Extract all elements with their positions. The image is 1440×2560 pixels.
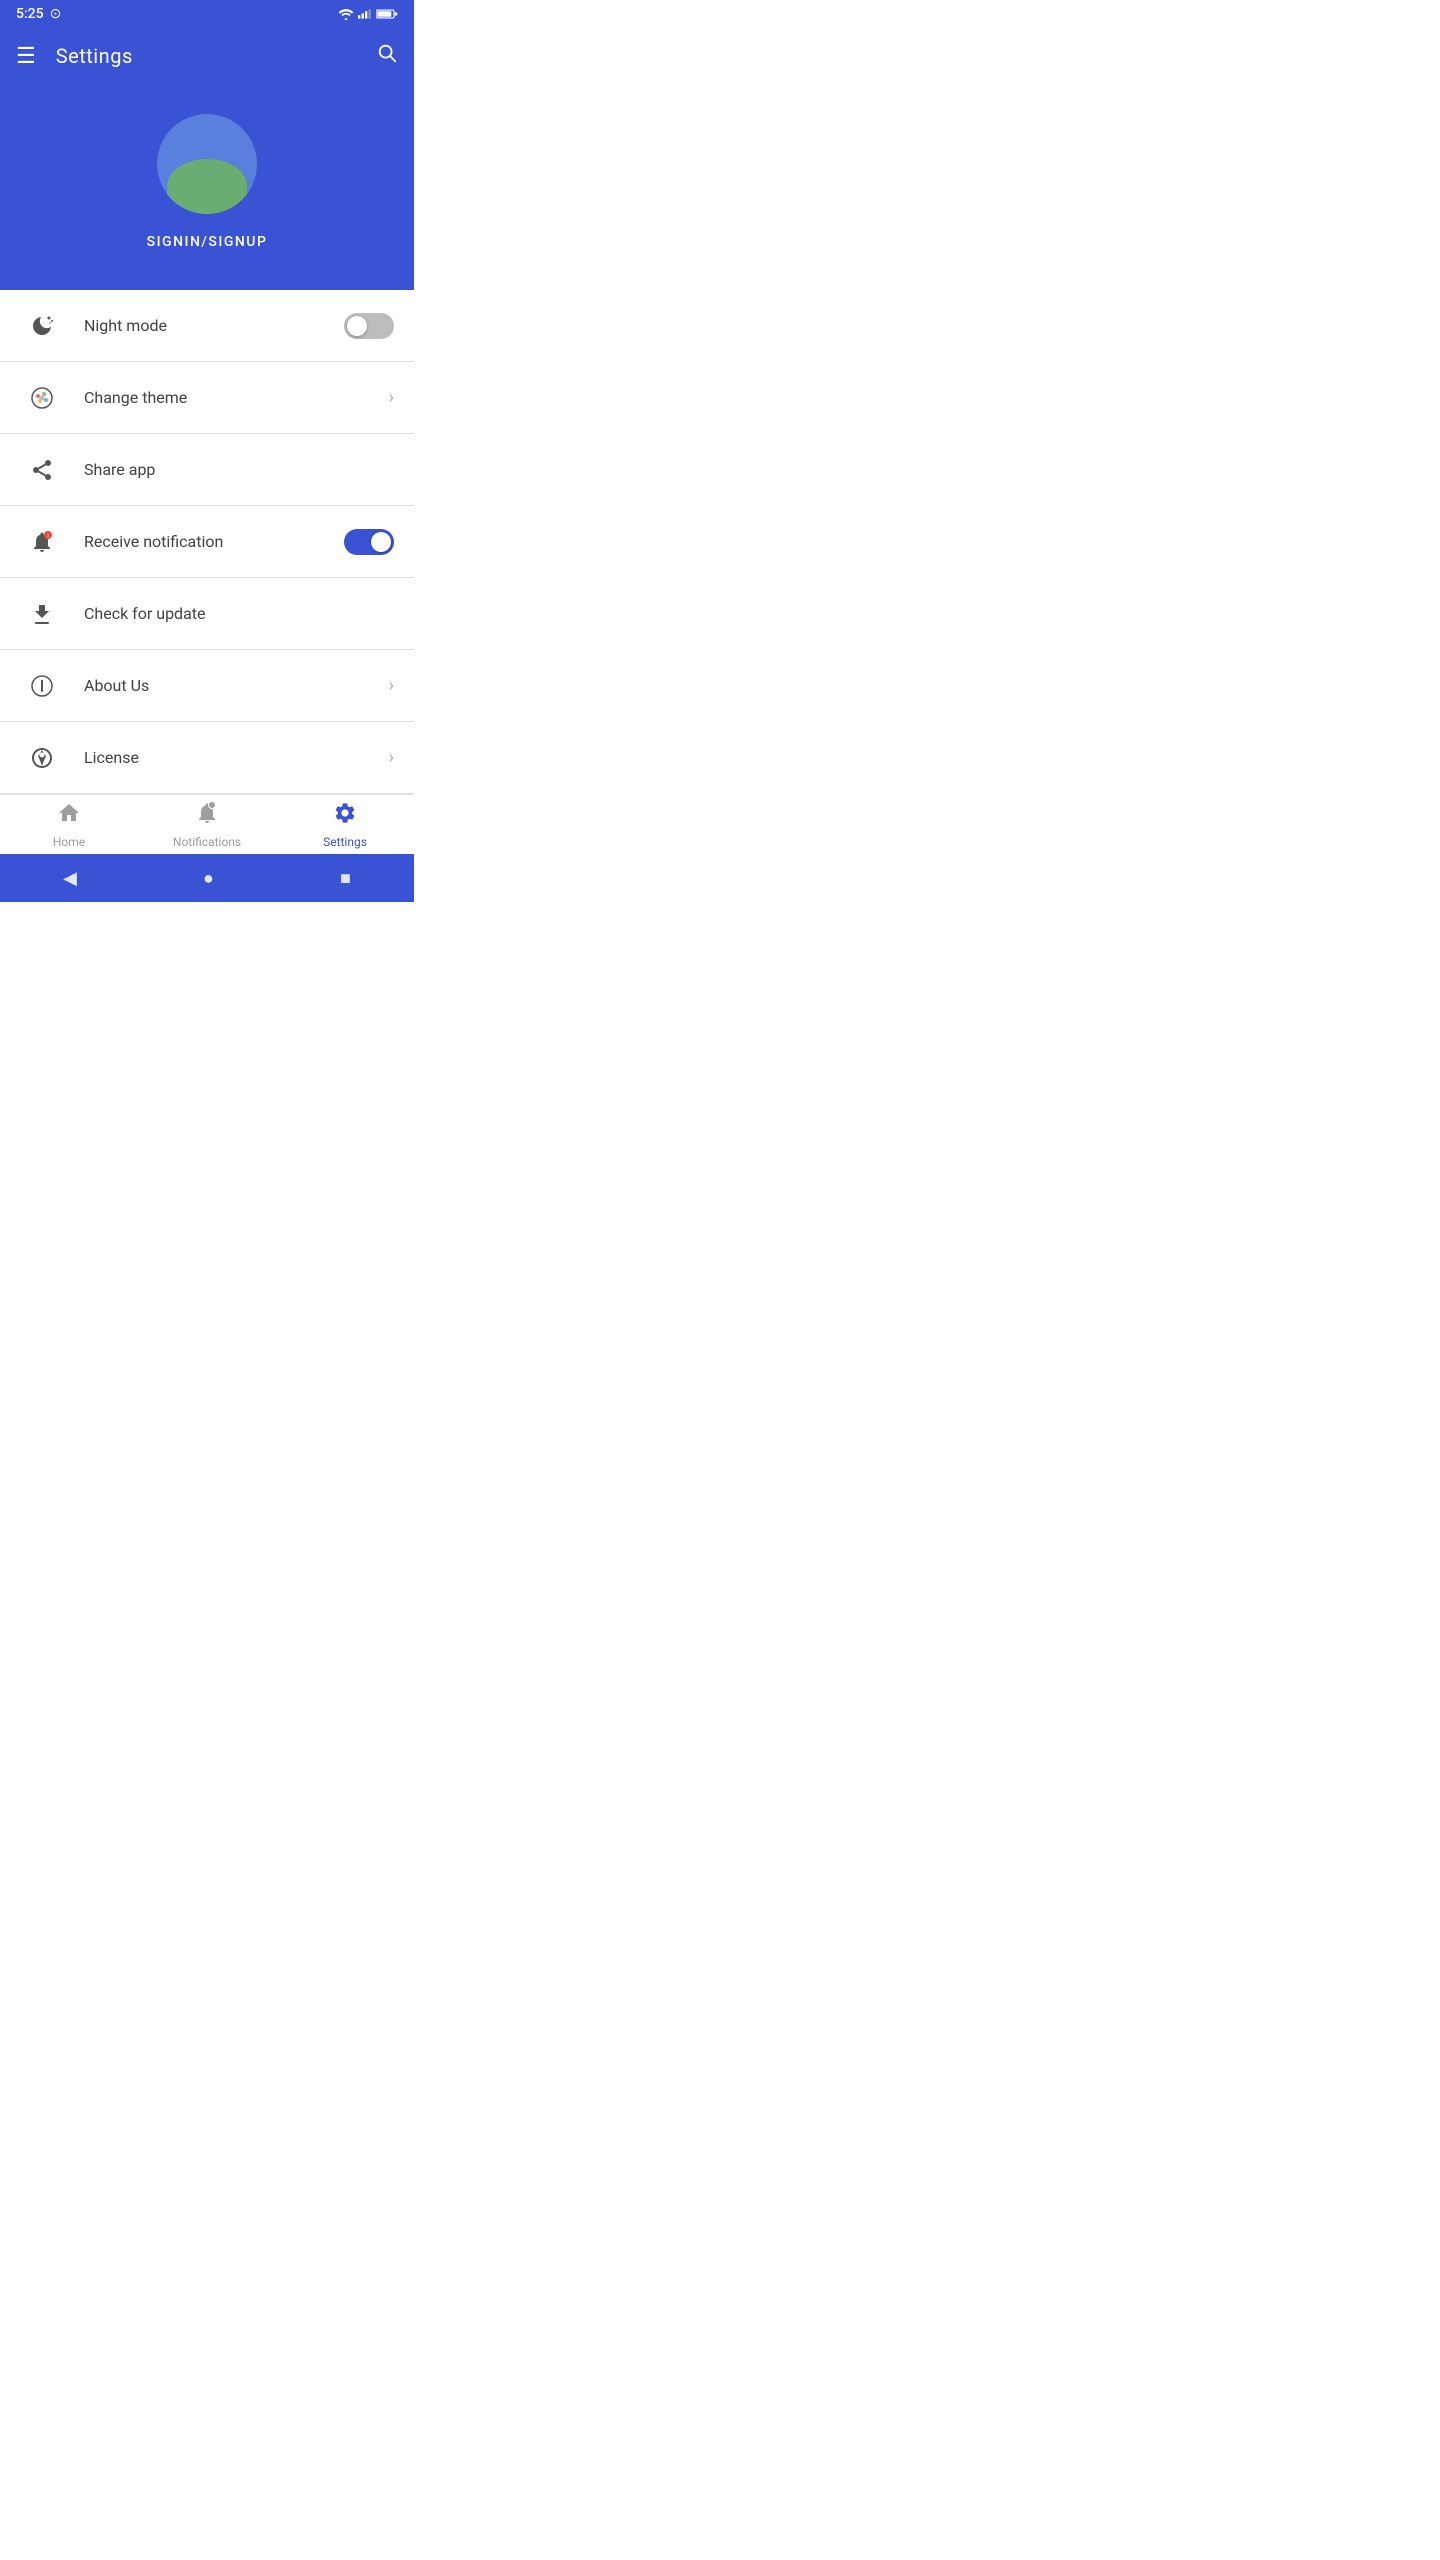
menu-icon[interactable]: ☰ [16,44,36,69]
share-app-label: Share app [84,460,394,479]
nav-item-notifications[interactable]: Notifications [138,795,276,854]
settings-item-receive-notification[interactable]: ! Receive notification [0,506,414,578]
share-app-icon [20,458,64,482]
night-mode-toggle[interactable] [344,313,394,339]
settings-item-check-update[interactable]: Check for update [0,578,414,650]
settings-list: Night mode Change theme › [0,290,414,794]
notifications-nav-label: Notifications [173,835,241,849]
night-mode-toggle-thumb [347,316,367,336]
status-bar: 5:25 ⊙ [0,0,414,28]
settings-item-about-us[interactable]: About Us › [0,650,414,722]
change-theme-icon [20,386,64,410]
check-update-label: Check for update [84,604,394,623]
battery-icon [376,8,398,20]
signal-icon [358,8,372,20]
about-us-action: › [389,675,394,696]
receive-notification-toggle-thumb [371,532,391,552]
license-icon [20,746,64,770]
nav-item-home[interactable]: Home [0,795,138,854]
change-theme-label: Change theme [84,388,389,407]
change-theme-action: › [389,387,394,408]
header-section: SIGNIN/SIGNUP [0,84,414,290]
status-left: 5:25 ⊙ [16,6,61,22]
recent-button[interactable]: ■ [340,868,351,889]
night-mode-toggle-container[interactable] [344,313,394,339]
night-mode-label: Night mode [84,316,344,335]
about-us-chevron-icon: › [389,675,394,696]
license-label: License [84,748,389,767]
system-nav-bar: ◀ ● ■ [0,854,414,902]
receive-notification-toggle-container[interactable] [344,529,394,555]
notifications-icon [195,801,219,831]
bottom-nav: Home Notifications Settings [0,794,414,854]
wifi-icon [338,8,354,20]
receive-notification-toggle[interactable] [344,529,394,555]
app-bar-title: Settings [56,44,133,68]
avatar-shape [167,159,247,214]
check-update-icon [20,602,64,626]
app-bar-actions [376,42,398,70]
settings-item-night-mode[interactable]: Night mode [0,290,414,362]
settings-nav-label: Settings [323,835,367,849]
settings-icon [333,801,357,831]
search-icon[interactable] [376,42,398,70]
home-button[interactable]: ● [203,868,214,889]
app-bar: ☰ Settings [0,28,414,84]
about-us-icon [20,674,64,698]
status-time: 5:25 [16,6,44,22]
home-icon [57,801,81,831]
license-action: › [389,747,394,768]
receive-notification-label: Receive notification [84,532,344,551]
change-theme-chevron-icon: › [389,387,394,408]
settings-item-share-app[interactable]: Share app [0,434,414,506]
nav-item-settings[interactable]: Settings [276,795,414,854]
about-us-label: About Us [84,676,389,695]
night-mode-icon [20,314,64,338]
settings-item-license[interactable]: License › [0,722,414,794]
status-app-icon: ⊙ [50,6,62,22]
receive-notification-icon: ! [20,530,64,554]
signin-signup-button[interactable]: SIGNIN/SIGNUP [147,234,268,250]
status-right [338,8,398,20]
back-button[interactable]: ◀ [63,868,77,889]
home-nav-label: Home [53,835,85,849]
license-chevron-icon: › [389,747,394,768]
settings-item-change-theme[interactable]: Change theme › [0,362,414,434]
avatar[interactable] [157,114,257,214]
